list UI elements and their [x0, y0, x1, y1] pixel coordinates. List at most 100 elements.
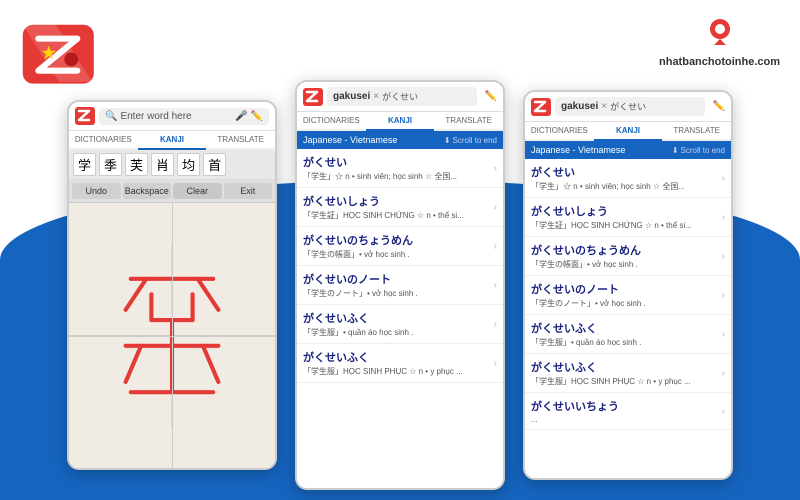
result-content: がくせいふく 「学生服」• quần áo học sinh .	[531, 320, 722, 348]
drawing-area[interactable]	[69, 203, 275, 468]
result-item-right-1[interactable]: がくせいしょう 「学生証」HỌC SINH CHỨNG ☆ n • thể si…	[525, 198, 731, 237]
result-def: 「学生証」HỌC SINH CHỨNG ☆ n • thể si...	[531, 220, 701, 231]
scroll-end-right: ⬇ Scroll to end	[672, 146, 725, 155]
kanji-char-2[interactable]: 芙	[125, 153, 148, 176]
result-item-right-5[interactable]: がくせいふく 「学生服」HỌC SINH PHỤC ☆ n • y phục .…	[525, 354, 731, 393]
phone-mid-header: gakusei × がくせい ✏️	[297, 82, 503, 112]
search-bar-right[interactable]: gakusei × がくせい	[555, 97, 705, 116]
result-item-mid-5[interactable]: がくせいふく 「学生服」HỌC SINH PHỤC ☆ n • y phục .…	[297, 344, 503, 383]
exit-button[interactable]: Exit	[224, 183, 273, 199]
result-item-right-0[interactable]: がくせい 「学生」☆ n • sinh viên; học sinh ☆ 全国.…	[525, 159, 731, 198]
result-item-mid-3[interactable]: がくせいのノート 「学生のノート」• vở học sinh . ›	[297, 266, 503, 305]
search-text-mid: gakusei	[333, 91, 370, 102]
kanji-char-0[interactable]: 学	[73, 153, 96, 176]
result-content: がくせいふく 「学生服」HỌC SINH PHỤC ☆ n • y phục .…	[531, 359, 722, 387]
dict-header-right: Japanese - Vietnamese ⬇ Scroll to end	[525, 141, 731, 159]
result-def: 「学生のノート」• vở học sinh .	[531, 298, 701, 309]
result-def: 「学生服」HỌC SINH PHỤC ☆ n • y phục ...	[303, 366, 473, 377]
search-icons-left: 🎤 ✏️	[235, 111, 263, 122]
result-word: がくせいふく	[531, 359, 722, 375]
result-def: 「学生の帳面」• vở học sinh .	[531, 259, 701, 270]
result-content: がくせいふく 「学生服」HỌC SINH PHỤC ☆ n • y phục .…	[303, 349, 494, 377]
chevron-right-icon: ›	[722, 368, 725, 379]
chevron-right-icon: ›	[722, 329, 725, 340]
kanji-char-1[interactable]: 季	[99, 153, 122, 176]
kanji-char-5[interactable]: 首	[203, 153, 226, 176]
result-content: がくせいしょう 「学生証」HỌC SINH CHỨNG ☆ n • thể si…	[531, 203, 722, 231]
result-item-mid-1[interactable]: がくせいしょう 「学生証」HỌC SINH CHỨNG ☆ n • thể si…	[297, 188, 503, 227]
tab-kanji-right[interactable]: KANJI	[594, 122, 663, 141]
result-content: がくせいのちょうめん 「学生の帳面」• vở học sinh .	[303, 232, 494, 260]
clear-search-right[interactable]: ×	[601, 101, 607, 112]
tab-dictionaries-left[interactable]: DICTIONARIES	[69, 131, 138, 150]
result-word: がくせい	[303, 154, 494, 170]
scroll-end-mid: ⬇ Scroll to end	[444, 136, 497, 145]
search-bar-left[interactable]: 🔍 Enter word here 🎤 ✏️	[99, 108, 269, 125]
chevron-right-icon: ›	[722, 406, 725, 417]
chevron-right-icon: ›	[494, 163, 497, 174]
result-item-mid-2[interactable]: がくせいのちょうめん 「学生の帳面」• vở học sinh . ›	[297, 227, 503, 266]
result-item-right-4[interactable]: がくせいふく 「学生服」• quần áo học sinh . ›	[525, 315, 731, 354]
result-word: がくせいしょう	[303, 193, 494, 209]
tab-bar-mid: DICTIONARIES KANJI TRANSLATE	[297, 112, 503, 131]
edit-icon-right[interactable]: ✏️	[713, 101, 725, 112]
clear-search-mid[interactable]: ×	[373, 91, 379, 102]
phones-container: 🔍 Enter word here 🎤 ✏️ DICTIONARIES KANJ…	[0, 80, 800, 500]
edit-icon-mid[interactable]: ✏️	[485, 91, 497, 102]
result-content: がくせいのノート 「学生のノート」• vở học sinh .	[303, 271, 494, 299]
result-word: がくせいふく	[303, 310, 494, 326]
tab-kanji-left[interactable]: KANJI	[138, 131, 207, 150]
edit-icon[interactable]: ✏️	[251, 111, 263, 122]
undo-button[interactable]: Undo	[72, 183, 121, 199]
result-word: がくせい	[531, 164, 722, 180]
result-item-right-2[interactable]: がくせいのちょうめん 「学生の帳面」• vở học sinh . ›	[525, 237, 731, 276]
results-list-right: がくせい 「学生」☆ n • sinh viên; học sinh ☆ 全国.…	[525, 159, 731, 478]
site-url: nhatbanchotoinhe.com	[659, 56, 780, 68]
chevron-right-icon: ›	[494, 241, 497, 252]
japanese-text-mid: がくせい	[382, 90, 418, 103]
logo-container	[20, 23, 100, 88]
result-content: がくせい 「学生」☆ n • sinh viên; học sinh ☆ 全国.…	[303, 154, 494, 182]
result-word: がくせいふく	[303, 349, 494, 365]
result-content: がくせいのノート 「学生のノート」• vở học sinh .	[531, 281, 722, 309]
result-item-mid-0[interactable]: がくせい 「学生」☆ n • sinh viên; học sinh ☆ 全国.…	[297, 149, 503, 188]
kanji-char-3[interactable]: 肖	[151, 153, 174, 176]
backspace-button[interactable]: Backspace	[123, 183, 172, 199]
tab-dictionaries-mid[interactable]: DICTIONARIES	[297, 112, 366, 131]
result-word: がくせいいちょう	[531, 398, 722, 414]
result-def: 「学生服」• quần áo học sinh .	[303, 327, 473, 338]
clear-button[interactable]: Clear	[173, 183, 222, 199]
result-def: ...	[531, 415, 701, 424]
result-def: 「学生の帳面」• vở học sinh .	[303, 249, 473, 260]
tab-bar-left: DICTIONARIES KANJI TRANSLATE	[69, 131, 275, 150]
chevron-right-icon: ›	[722, 173, 725, 184]
tab-translate-left[interactable]: TRANSLATE	[206, 131, 275, 150]
phone-left: 🔍 Enter word here 🎤 ✏️ DICTIONARIES KANJ…	[67, 100, 277, 470]
tab-translate-mid[interactable]: TRANSLATE	[434, 112, 503, 131]
phone-logo-right	[531, 98, 551, 116]
chevron-right-icon: ›	[722, 212, 725, 223]
result-item-right-6[interactable]: がくせいいちょう ... ›	[525, 393, 731, 430]
result-def: 「学生服」HỌC SINH PHỤC ☆ n • y phục ...	[531, 376, 701, 387]
mic-icon[interactable]: 🎤	[235, 111, 247, 122]
action-buttons-row: Undo Backspace Clear Exit	[69, 180, 275, 203]
result-def: 「学生」☆ n • sinh viên; học sinh ☆ 全国...	[303, 171, 473, 182]
result-item-mid-4[interactable]: がくせいふく 「学生服」• quần áo học sinh . ›	[297, 305, 503, 344]
result-content: がくせいいちょう ...	[531, 398, 722, 424]
tab-translate-right[interactable]: TRANSLATE	[662, 122, 731, 141]
kanji-char-4[interactable]: 均	[177, 153, 200, 176]
chevron-right-icon: ›	[494, 319, 497, 330]
result-word: がくせいふく	[531, 320, 722, 336]
pin-icon	[702, 15, 738, 51]
chevron-right-icon: ›	[494, 280, 497, 291]
search-bar-mid[interactable]: gakusei × がくせい	[327, 87, 477, 106]
dict-name-right: Japanese - Vietnamese	[531, 145, 625, 155]
chevron-right-icon: ›	[722, 251, 725, 262]
result-def: 「学生のノート」• vở học sinh .	[303, 288, 473, 299]
result-def: 「学生証」HỌC SINH CHỨNG ☆ n • thể si...	[303, 210, 473, 221]
kanji-stroke	[69, 203, 275, 468]
tab-kanji-mid[interactable]: KANJI	[366, 112, 435, 131]
tab-dictionaries-right[interactable]: DICTIONARIES	[525, 122, 594, 141]
result-item-right-3[interactable]: がくせいのノート 「学生のノート」• vở học sinh . ›	[525, 276, 731, 315]
chevron-right-icon: ›	[722, 290, 725, 301]
